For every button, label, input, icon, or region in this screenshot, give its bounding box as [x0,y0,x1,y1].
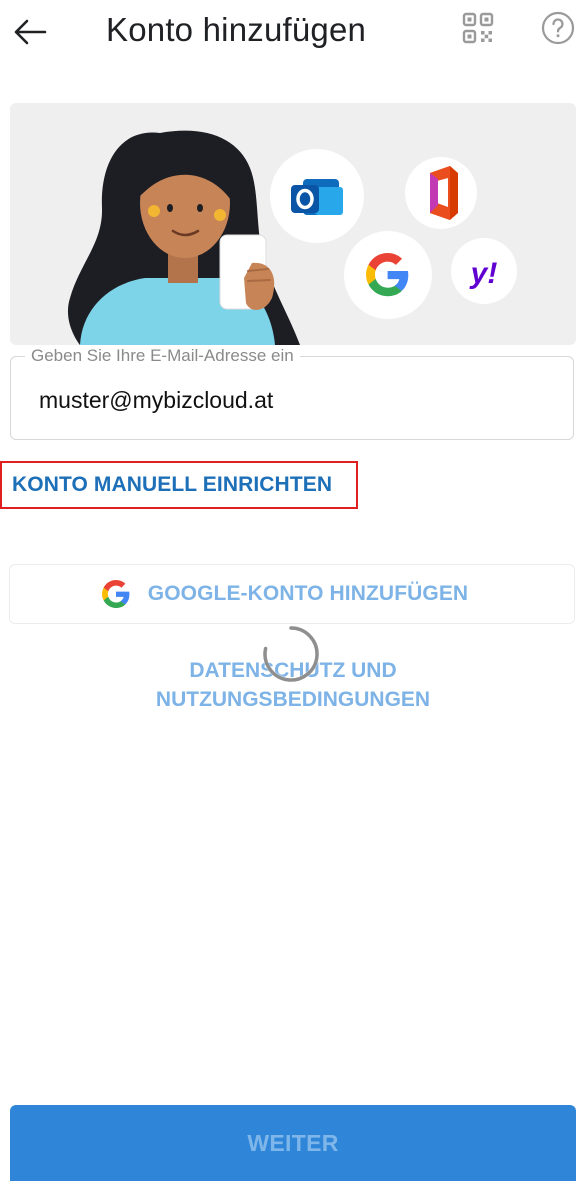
help-circle-icon [541,11,575,45]
arrow-left-icon [14,19,47,45]
google-icon [101,580,130,608]
email-field-label: Geben Sie Ihre E-Mail-Adresse ein [25,345,300,367]
page-title: Konto hinzufügen [106,11,367,48]
privacy-link-line2: NUTZUNGSBEDINGUNGEN [155,688,431,711]
app-header: Konto hinzufügen [0,0,576,64]
yahoo-icon: y! [451,238,517,304]
outlook-icon [270,149,364,243]
hero-illustration: y! [10,103,576,345]
manual-setup-link[interactable]: KONTO MANUELL EINRICHTEN [0,461,358,509]
google-icon [344,231,432,319]
help-button[interactable] [536,6,576,50]
office-icon [405,157,477,229]
loading-spinner-icon [262,625,320,683]
email-field[interactable]: Geben Sie Ihre E-Mail-Adresse ein muster… [10,345,574,440]
qr-code-button[interactable] [456,6,500,50]
add-google-account-button[interactable]: GOOGLE-KONTO HINZUFÜGEN [9,564,575,624]
back-button[interactable] [6,8,54,56]
continue-button[interactable]: WEITER [10,1105,576,1181]
woman-illustration [67,130,300,345]
email-input[interactable]: muster@mybizcloud.at [39,385,273,415]
add-google-account-label: GOOGLE-KONTO HINZUFÜGEN [147,582,469,605]
svg-text:y!: y! [469,257,498,290]
qr-code-icon [462,12,494,44]
